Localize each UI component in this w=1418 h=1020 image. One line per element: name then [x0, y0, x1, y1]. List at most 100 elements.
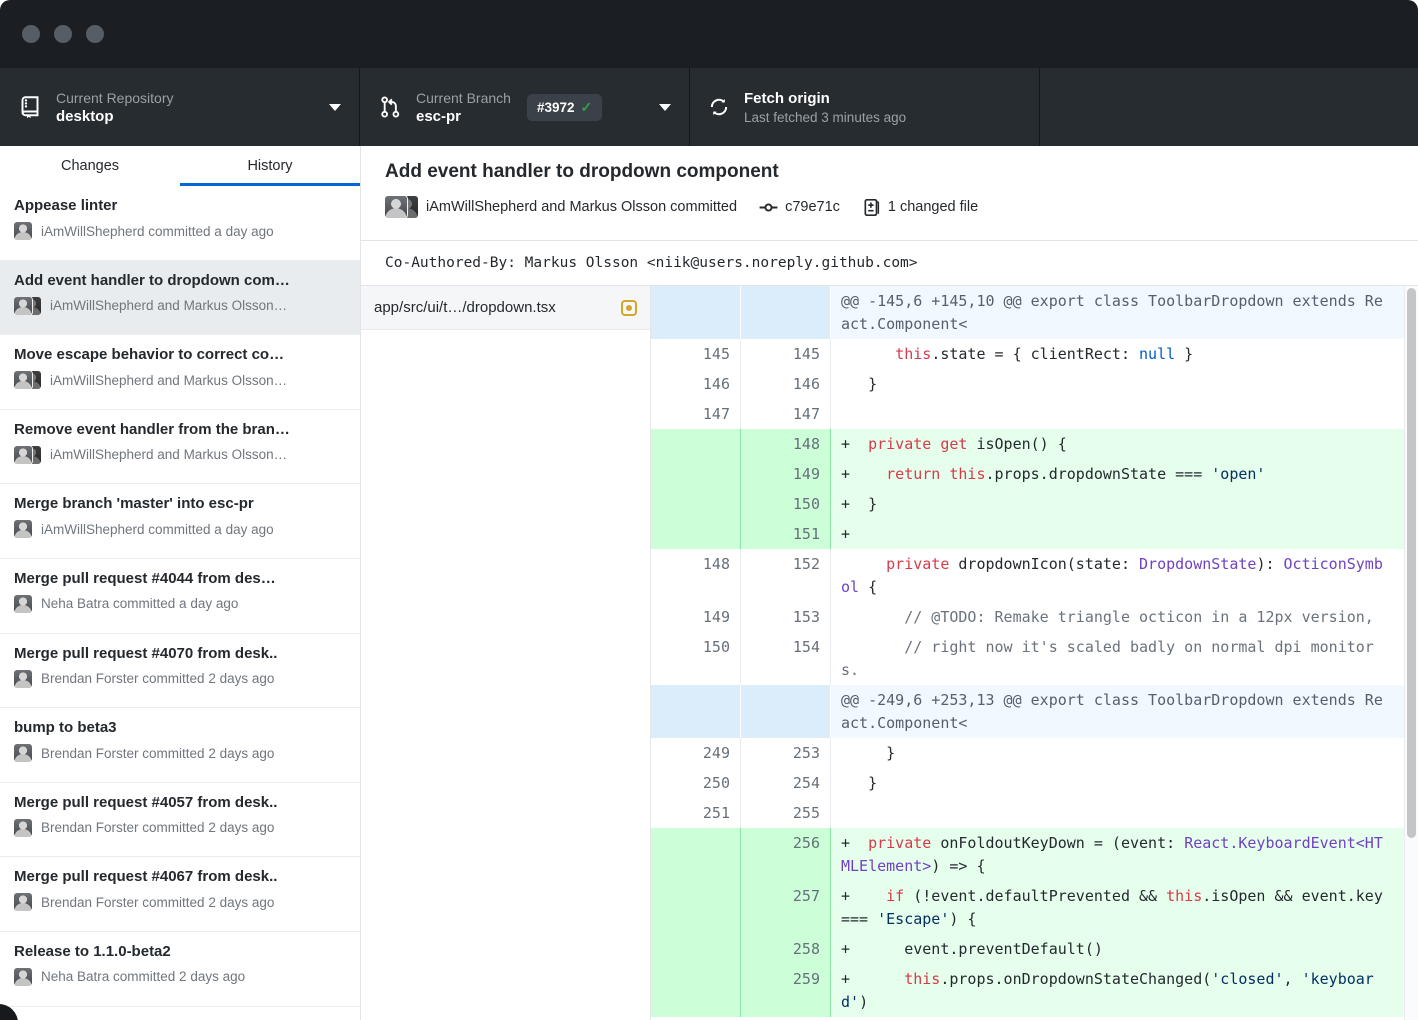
- fetch-origin-button[interactable]: Fetch origin Last fetched 3 minutes ago: [690, 68, 1040, 146]
- diff-code-text: + private get isOpen() {: [831, 429, 1404, 459]
- diff-old-line-number: 250: [651, 768, 741, 798]
- commit-item-title: Merge pull request #4067 from desk..: [14, 868, 346, 885]
- commit-item-title: Remove event handler from the bran…: [14, 421, 346, 438]
- commit-list-item[interactable]: Merge pull request #4070 from desk..Bren…: [0, 634, 360, 709]
- file-list-item[interactable]: app/src/ui/t…/dropdown.tsx: [361, 286, 650, 330]
- pull-request-icon: [378, 95, 402, 119]
- window-close-button[interactable]: [22, 25, 40, 43]
- avatar: [385, 196, 407, 218]
- diff-code-text: [831, 798, 1404, 828]
- repository-name: desktop: [56, 108, 174, 125]
- commit-item-author-row: iAmWillShepherd and Markus Olsson…: [14, 371, 346, 389]
- commit-list-item[interactable]: Merge pull request #4044 from des… Neha B…: [0, 559, 360, 634]
- diff-new-line-number: 152: [741, 549, 831, 602]
- commit-list-item[interactable]: Appease linteriAmWillShepherd committed …: [0, 186, 360, 261]
- window-minimize-button[interactable]: [54, 25, 72, 43]
- diff-new-line-number: 145: [741, 339, 831, 369]
- commit-sha-group: c79e71c: [759, 198, 840, 217]
- commit-list-item[interactable]: Move escape behavior to correct co…iAmWi…: [0, 335, 360, 410]
- commit-item-title: Add event handler to dropdown com…: [14, 272, 346, 289]
- diff-new-line-number: 254: [741, 768, 831, 798]
- diff-code-text: }: [831, 768, 1404, 798]
- diff-old-line-number: 251: [651, 798, 741, 828]
- tab-changes[interactable]: Changes: [0, 146, 180, 186]
- commit-item-title: Merge pull request #4057 from desk..: [14, 794, 346, 811]
- diff-code-text: + this.props.onDropdownStateChanged('clo…: [831, 964, 1404, 1017]
- diff-file-icon: [862, 198, 881, 217]
- commit-item-author: Brendan Forster committed 2 days ago: [41, 820, 274, 835]
- commit-item-avatars: [14, 744, 32, 762]
- commit-list-item[interactable]: Merge pull request #4067 from desk.. Bren…: [0, 857, 360, 932]
- diff-code-text: }: [831, 738, 1404, 768]
- diff-old-line-number: [651, 519, 741, 549]
- diff-old-line-number: [651, 429, 741, 459]
- diff-new-line-number: 149: [741, 459, 831, 489]
- avatar: [14, 446, 32, 464]
- commit-item-avatars: [14, 893, 32, 911]
- avatar: [14, 222, 32, 240]
- diff-new-line-number: 150: [741, 489, 831, 519]
- sidebar-tabbar: Changes History: [0, 146, 360, 186]
- branch-name: esc-pr: [416, 108, 511, 125]
- commit-sha[interactable]: c79e71c: [785, 199, 840, 215]
- diff-scrollbar-thumb[interactable]: [1407, 288, 1416, 838]
- pr-number: #3972: [537, 100, 575, 115]
- commit-item-author-row: Neha Batra committed a day ago: [14, 595, 346, 613]
- commit-list-item[interactable]: Merge pull request #4057 from desk.. Bren…: [0, 783, 360, 858]
- sync-icon: [708, 96, 730, 118]
- pr-number-badge[interactable]: #3972 ✓: [527, 94, 602, 121]
- diff-new-line-number: [741, 685, 831, 738]
- diff-code-text: + return this.props.dropdownState === 'o…: [831, 459, 1404, 489]
- avatar: [14, 520, 32, 538]
- commit-item-title: Merge pull request #4044 from des…: [14, 570, 346, 587]
- commit-item-author: iAmWillShepherd and Markus Olsson…: [50, 447, 287, 462]
- commit-item-author: iAmWillShepherd and Markus Olsson…: [50, 298, 287, 313]
- diff-line-ctx: 251255: [651, 798, 1404, 828]
- commit-item-author-row: Neha Batra committed 2 days ago: [14, 968, 346, 986]
- branch-dropdown-button[interactable]: Current Branch esc-pr #3972 ✓: [360, 68, 690, 146]
- changed-files-group: 1 changed file: [862, 198, 978, 217]
- diff-scrollbar[interactable]: [1404, 286, 1418, 1020]
- diff-old-line-number: 146: [651, 369, 741, 399]
- diff-new-line-number: 146: [741, 369, 831, 399]
- diff-new-line-number: 148: [741, 429, 831, 459]
- commit-item-avatars: [14, 670, 32, 688]
- repository-dropdown-button[interactable]: Current Repository desktop: [0, 68, 360, 146]
- diff-line-hunk: @@ -249,6 +253,13 @@ export class Toolba…: [651, 685, 1404, 738]
- diff-line-add: 150+ }: [651, 489, 1404, 519]
- commit-list-item[interactable]: Release to 1.1.0-beta2Neha Batra committ…: [0, 932, 360, 1007]
- fetch-title: Fetch origin: [744, 90, 906, 107]
- avatar: [14, 819, 32, 837]
- diff-old-line-number: [651, 459, 741, 489]
- commit-item-author-row: Brendan Forster committed 2 days ago: [14, 893, 346, 911]
- diff-code-text: @@ -249,6 +253,13 @@ export class Toolba…: [831, 685, 1404, 738]
- commit-list-item[interactable]: Remove event handler from the bran… iAmWi…: [0, 410, 360, 485]
- diff-line-ctx: 149153 // @TODO: Remake triangle octicon…: [651, 602, 1404, 632]
- diff-old-line-number: [651, 964, 741, 1017]
- diff-code-text: [831, 399, 1404, 429]
- commit-item-title: bump to beta3: [14, 719, 346, 736]
- diff-old-line-number: [651, 828, 741, 881]
- commit-list-item[interactable]: Merge pull request #4050 from desk…: [0, 1007, 360, 1020]
- commit-list-item[interactable]: bump to beta3 Brendan Forster committed 2…: [0, 708, 360, 783]
- commit-list: Appease linteriAmWillShepherd committed …: [0, 186, 360, 1020]
- diff-old-line-number: [651, 489, 741, 519]
- commit-list-item[interactable]: Merge branch 'master' into esc-priAmWill…: [0, 484, 360, 559]
- diff-new-line-number: [741, 286, 831, 339]
- diff-code-text: // right now it's scaled badly on normal…: [831, 632, 1404, 685]
- avatar: [14, 371, 32, 389]
- diff-old-line-number: 148: [651, 549, 741, 602]
- diff-old-line-number: 249: [651, 738, 741, 768]
- commit-meta: iAmWillShepherd and Markus Olsson commit…: [385, 196, 1394, 218]
- commit-item-title: Merge branch 'master' into esc-pr: [14, 495, 346, 512]
- window-zoom-button[interactable]: [86, 25, 104, 43]
- committer-avatars: [385, 196, 416, 218]
- diff-code-text: + event.preventDefault(): [831, 934, 1404, 964]
- commit-item-author-row: Brendan Forster committed 2 days ago: [14, 744, 346, 762]
- diff-line-hunk: @@ -145,6 +145,10 @@ export class Toolba…: [651, 286, 1404, 339]
- diff-old-line-number: 147: [651, 399, 741, 429]
- diff-new-line-number: 153: [741, 602, 831, 632]
- diff-line-ctx: 250254 }: [651, 768, 1404, 798]
- commit-list-item[interactable]: Add event handler to dropdown com… iAmWil…: [0, 261, 360, 336]
- tab-history[interactable]: History: [180, 146, 360, 186]
